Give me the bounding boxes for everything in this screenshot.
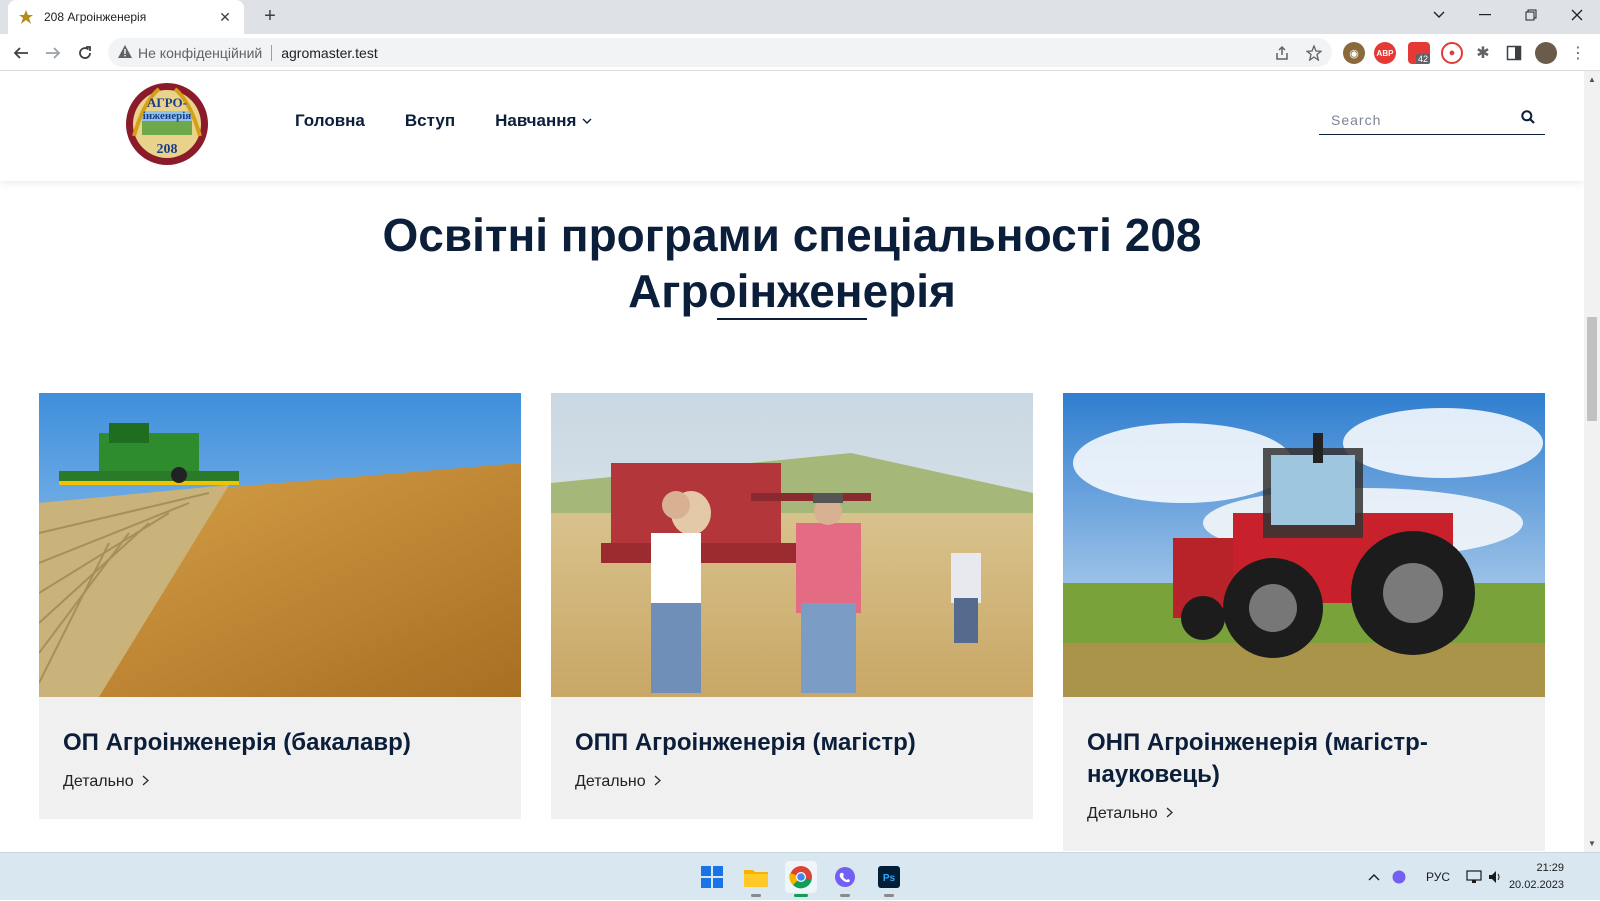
tab-title: 208 Агроінженерія	[44, 10, 147, 24]
adblock-extension-icon[interactable]: ABP	[1374, 42, 1396, 64]
details-link-label: Детально	[1087, 805, 1158, 822]
close-window-icon[interactable]	[1554, 0, 1600, 30]
svg-text:Ps: Ps	[883, 873, 896, 884]
puzzle-extensions-icon[interactable]: ✱	[1472, 42, 1494, 64]
os-taskbar: Ps РУС 21:29 20.02.2023	[0, 852, 1600, 900]
card-body: ОП Агроінженерія (бакалавр) Детально	[39, 697, 521, 819]
running-indicator	[751, 894, 761, 897]
card-image-farmers[interactable]	[551, 393, 1033, 697]
volume-icon[interactable]	[1488, 853, 1504, 901]
url-text[interactable]: agromaster.test	[281, 45, 378, 61]
details-link[interactable]: Детально	[63, 773, 149, 791]
windows-start-icon[interactable]	[696, 861, 728, 893]
site-logo[interactable]: АГРО- інженерія 208	[124, 81, 210, 167]
card-title[interactable]: ОНП Агроінженерія (магістр-науковець)	[1087, 727, 1521, 791]
chevron-right-icon	[1166, 807, 1173, 821]
main-navigation: Головна Вступ Навчання	[295, 111, 592, 131]
chrome-taskbar-icon[interactable]	[785, 861, 817, 897]
section-title-line2: Агроінженерія	[628, 264, 956, 317]
viber-icon[interactable]	[829, 861, 861, 897]
back-icon[interactable]	[8, 40, 34, 66]
page-viewport: АГРО- інженерія 208 Головна Вступ Навчан…	[0, 71, 1584, 852]
bookmark-star-icon[interactable]	[1306, 38, 1322, 67]
chevron-right-icon	[142, 775, 149, 789]
address-separator	[271, 44, 273, 61]
tray-overflow-chevron-icon[interactable]	[1368, 853, 1380, 901]
share-icon[interactable]	[1274, 38, 1290, 67]
minimize-icon[interactable]	[1462, 0, 1508, 30]
page-scrollbar[interactable]: ▲ ▼	[1584, 71, 1600, 852]
nav-education[interactable]: Навчання	[495, 111, 592, 131]
program-card-bachelor[interactable]: ОП Агроінженерія (бакалавр) Детально	[39, 393, 521, 819]
side-panel-icon[interactable]	[1503, 42, 1525, 64]
search-input[interactable]	[1329, 110, 1509, 129]
running-indicator	[884, 894, 894, 897]
new-tab-button[interactable]: +	[258, 5, 282, 29]
network-icon[interactable]	[1466, 853, 1482, 901]
owl-extension-icon[interactable]: ◉	[1343, 42, 1365, 64]
tab-strip: 208 Агроінженерія ✕ +	[0, 0, 1600, 34]
tracking-extension-icon[interactable]: 42	[1408, 42, 1431, 64]
clock-time: 21:29	[1536, 862, 1564, 874]
browser-toolbar: Не конфіденційний agromaster.test ◉ ABP …	[0, 34, 1600, 71]
file-explorer-icon[interactable]	[740, 861, 772, 897]
card-title[interactable]: ОПП Агроінженерія (магістр)	[575, 727, 1009, 759]
site-favicon-icon	[18, 9, 34, 25]
card-image-harvester[interactable]	[39, 393, 521, 697]
card-title[interactable]: ОП Агроінженерія (бакалавр)	[63, 727, 497, 759]
section-title: Освітні програми спеціальності 208 Агроі…	[0, 207, 1584, 319]
pdf-extension-icon[interactable]: ●	[1441, 42, 1463, 64]
chevron-right-icon	[654, 775, 661, 789]
details-link-label: Детально	[575, 773, 646, 790]
restore-icon[interactable]	[1508, 0, 1554, 30]
running-indicator	[840, 894, 850, 897]
card-image-tractor[interactable]	[1063, 393, 1545, 697]
browser-tab[interactable]: 208 Агроінженерія ✕	[8, 0, 244, 34]
logo-text-mid: інженерія	[143, 110, 192, 122]
details-link[interactable]: Детально	[575, 773, 661, 791]
security-label[interactable]: Не конфіденційний	[138, 45, 262, 61]
clock-date: 20.02.2023	[1508, 879, 1564, 891]
scroll-down-arrow-icon[interactable]: ▼	[1588, 839, 1596, 848]
logo-number: 208	[157, 142, 178, 157]
reload-icon[interactable]	[72, 40, 98, 66]
profile-avatar-icon[interactable]	[1535, 42, 1557, 64]
photoshop-icon[interactable]: Ps	[873, 861, 905, 897]
card-body: ОНП Агроінженерія (магістр-науковець) Де…	[1063, 697, 1545, 851]
forward-icon[interactable]	[40, 40, 66, 66]
program-card-master[interactable]: ОПП Агроінженерія (магістр) Детально	[551, 393, 1033, 819]
title-divider	[717, 318, 867, 320]
card-body: ОПП Агроінженерія (магістр) Детально	[551, 697, 1033, 819]
section-title-line1: Освітні програми спеціальності 208	[382, 208, 1202, 261]
details-link[interactable]: Детально	[1087, 805, 1173, 823]
site-header: АГРО- інженерія 208 Головна Вступ Навчан…	[0, 71, 1584, 181]
chevron-down-icon	[582, 118, 592, 125]
active-indicator	[794, 894, 808, 897]
not-secure-warning-icon[interactable]	[118, 44, 132, 61]
scroll-up-arrow-icon[interactable]: ▲	[1588, 75, 1596, 84]
details-link-label: Детально	[63, 773, 134, 790]
tab-search-chevron-icon[interactable]	[1416, 0, 1462, 30]
viber-tray-icon[interactable]	[1392, 853, 1406, 901]
logo-text-top: АГРО-	[147, 95, 187, 110]
nav-home[interactable]: Головна	[295, 111, 365, 131]
menu-kebab-icon[interactable]: ⋮	[1567, 42, 1589, 64]
scrollbar-thumb[interactable]	[1587, 317, 1597, 421]
nav-education-label: Навчання	[495, 111, 577, 130]
tab-close-icon[interactable]: ✕	[216, 8, 234, 26]
language-indicator[interactable]: РУС	[1426, 853, 1450, 901]
search-icon[interactable]	[1521, 110, 1535, 129]
site-search	[1319, 105, 1545, 135]
nav-admission[interactable]: Вступ	[405, 111, 455, 131]
program-card-research-master[interactable]: ОНП Агроінженерія (магістр-науковець) Де…	[1063, 393, 1545, 851]
address-bar[interactable]: Не конфіденційний agromaster.test	[108, 38, 1332, 67]
system-clock[interactable]: 21:29 20.02.2023	[1509, 860, 1564, 894]
extension-badge: 42	[1416, 54, 1431, 64]
